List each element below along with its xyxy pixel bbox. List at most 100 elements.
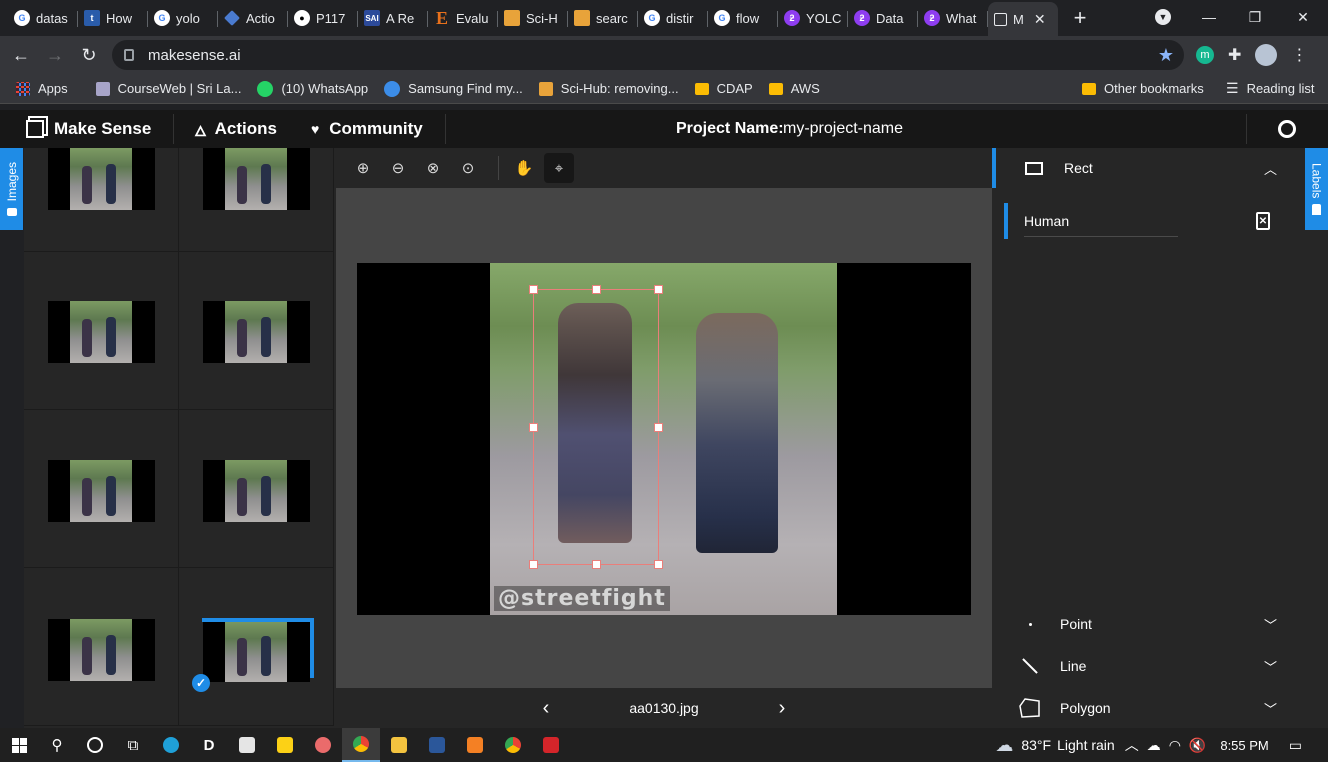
previous-image-icon[interactable]: ‹: [543, 697, 550, 720]
volume-muted-icon[interactable]: 🔇: [1189, 737, 1206, 754]
onedrive-icon[interactable]: ☁: [1147, 737, 1161, 754]
bookmark-scihub[interactable]: Sci-Hub: removing...: [538, 81, 679, 96]
label-type-polygon[interactable]: Polygon ﹀: [992, 688, 1305, 728]
clock-time[interactable]: 8:55 PM: [1220, 738, 1268, 753]
browser-tab[interactable]: Sci-H: [498, 3, 568, 33]
bookmark-samsung[interactable]: Samsung Find my...: [384, 80, 523, 97]
close-window-icon[interactable]: ✕: [1280, 0, 1326, 34]
zoom-out-icon[interactable]: ⊖: [383, 153, 413, 183]
chrome-profile-icon[interactable]: [494, 728, 532, 762]
browser-tab[interactable]: Gdatas: [8, 3, 78, 33]
edge-icon[interactable]: [152, 728, 190, 762]
zoom-in-icon[interactable]: ⊕: [348, 153, 378, 183]
community-menu[interactable]: ♥ Community: [311, 119, 423, 139]
acrobat-icon[interactable]: [532, 728, 570, 762]
profile-avatar-icon[interactable]: [1255, 44, 1278, 66]
resize-handle[interactable]: [529, 560, 538, 569]
chevron-down-icon[interactable]: ﹀: [1264, 657, 1277, 676]
delete-label-icon[interactable]: ✕: [1256, 212, 1270, 230]
browser-tab[interactable]: SAI A Re: [358, 3, 428, 33]
menu-kebab-icon[interactable]: ⋮: [1291, 45, 1307, 65]
reading-list[interactable]: ☰ Reading list: [1226, 80, 1315, 97]
bookmark-star-icon[interactable]: ★: [1158, 45, 1174, 66]
back-icon[interactable]: ←: [4, 38, 38, 72]
close-tab-icon[interactable]: ✕: [1034, 11, 1046, 28]
gallery-item[interactable]: [24, 252, 179, 410]
actions-menu[interactable]: 🜂 Actions: [194, 115, 277, 144]
other-bookmarks[interactable]: Other bookmarks: [1082, 81, 1204, 96]
gallery-item[interactable]: [179, 252, 334, 410]
search-icon[interactable]: ⚲: [38, 728, 76, 762]
task-view-icon[interactable]: ⧉: [114, 728, 152, 762]
resize-handle[interactable]: [592, 560, 601, 569]
browser-tab[interactable]: searc: [568, 3, 638, 33]
store-icon[interactable]: [228, 728, 266, 762]
gallery-item[interactable]: [179, 148, 334, 252]
editor-canvas[interactable]: @streetfight: [336, 188, 992, 688]
windows-start-icon[interactable]: [0, 728, 38, 762]
label-type-rect[interactable]: Rect ︿: [992, 148, 1305, 188]
weather-desc[interactable]: Light rain: [1057, 737, 1115, 753]
chevron-up-icon[interactable]: ︿: [1264, 159, 1277, 178]
notifications-icon[interactable]: ▭: [1289, 737, 1302, 754]
resize-handle[interactable]: [654, 423, 663, 432]
bookmark-aws[interactable]: AWS: [768, 81, 820, 96]
gallery-item[interactable]: [24, 410, 179, 568]
snip-icon[interactable]: [304, 728, 342, 762]
chevron-down-icon[interactable]: ﹀: [1264, 699, 1277, 718]
gallery-item[interactable]: [24, 568, 179, 726]
browser-tab[interactable]: E Evalu: [428, 3, 498, 33]
new-tab-icon[interactable]: +: [1066, 4, 1094, 32]
next-image-icon[interactable]: ›: [779, 697, 786, 720]
label-name-input[interactable]: Human: [1024, 213, 1069, 229]
resize-handle[interactable]: [592, 285, 601, 294]
browser-tab[interactable]: ● P117: [288, 3, 358, 33]
brand[interactable]: Make Sense: [26, 119, 151, 139]
zoom-fit-icon[interactable]: ⊗: [418, 153, 448, 183]
bookmark-whatsapp[interactable]: (10) WhatsApp: [257, 80, 368, 97]
gallery-item[interactable]: [179, 410, 334, 568]
cortana-icon[interactable]: [76, 728, 114, 762]
sticky-notes-icon[interactable]: [266, 728, 304, 762]
resize-handle[interactable]: [529, 423, 538, 432]
bookmark-courseweb[interactable]: CourseWeb | Sri La...: [95, 81, 241, 96]
github-icon[interactable]: [1278, 120, 1296, 138]
browser-tab[interactable]: ƻ Data: [848, 3, 918, 33]
bookmark-apps[interactable]: Apps: [16, 81, 68, 96]
resize-handle[interactable]: [529, 285, 538, 294]
browser-tab[interactable]: t How: [78, 3, 148, 33]
puzzle-icon[interactable]: ✚: [1228, 45, 1241, 65]
chevron-down-icon[interactable]: ﹀: [1264, 615, 1277, 634]
project-name-input[interactable]: my-project-name: [783, 120, 903, 138]
show-hidden-icons[interactable]: ︿: [1125, 735, 1139, 755]
bounding-box[interactable]: [529, 285, 663, 569]
gallery-item[interactable]: [24, 148, 179, 252]
tab-search-icon[interactable]: ▼: [1140, 0, 1186, 34]
app-d-icon[interactable]: D: [190, 728, 228, 762]
chrome-taskbar-icon[interactable]: [342, 728, 380, 762]
browser-tab[interactable]: Gyolo: [148, 3, 218, 33]
label-type-point[interactable]: Point ﹀: [992, 604, 1305, 644]
weather-temp[interactable]: 83°F: [1021, 737, 1051, 753]
extension-m-icon[interactable]: m: [1196, 46, 1214, 64]
resize-handle[interactable]: [654, 285, 663, 294]
minimize-icon[interactable]: —: [1186, 0, 1232, 34]
address-bar[interactable]: makesense.ai ★: [112, 40, 1184, 70]
hand-icon[interactable]: ✋: [509, 153, 539, 183]
file-explorer-icon[interactable]: [380, 728, 418, 762]
image-viewport[interactable]: @streetfight: [357, 263, 971, 615]
word-icon[interactable]: [418, 728, 456, 762]
browser-tab[interactable]: Gdistir: [638, 3, 708, 33]
browser-tab[interactable]: Gflow: [708, 3, 778, 33]
app-orange-icon[interactable]: [456, 728, 494, 762]
bookmark-cdap[interactable]: CDAP: [694, 81, 753, 96]
restore-icon[interactable]: ❐: [1232, 0, 1278, 34]
browser-tab[interactable]: Actio: [218, 3, 288, 33]
zoom-max-icon[interactable]: ⊙: [453, 153, 483, 183]
crosshair-icon[interactable]: ⌖: [544, 153, 574, 183]
reload-icon[interactable]: ↻: [72, 38, 106, 72]
forward-icon[interactable]: →: [38, 38, 72, 72]
label-entry[interactable]: Human ✕: [1004, 203, 1284, 239]
resize-handle[interactable]: [654, 560, 663, 569]
browser-tab-active[interactable]: M ✕: [988, 2, 1058, 36]
